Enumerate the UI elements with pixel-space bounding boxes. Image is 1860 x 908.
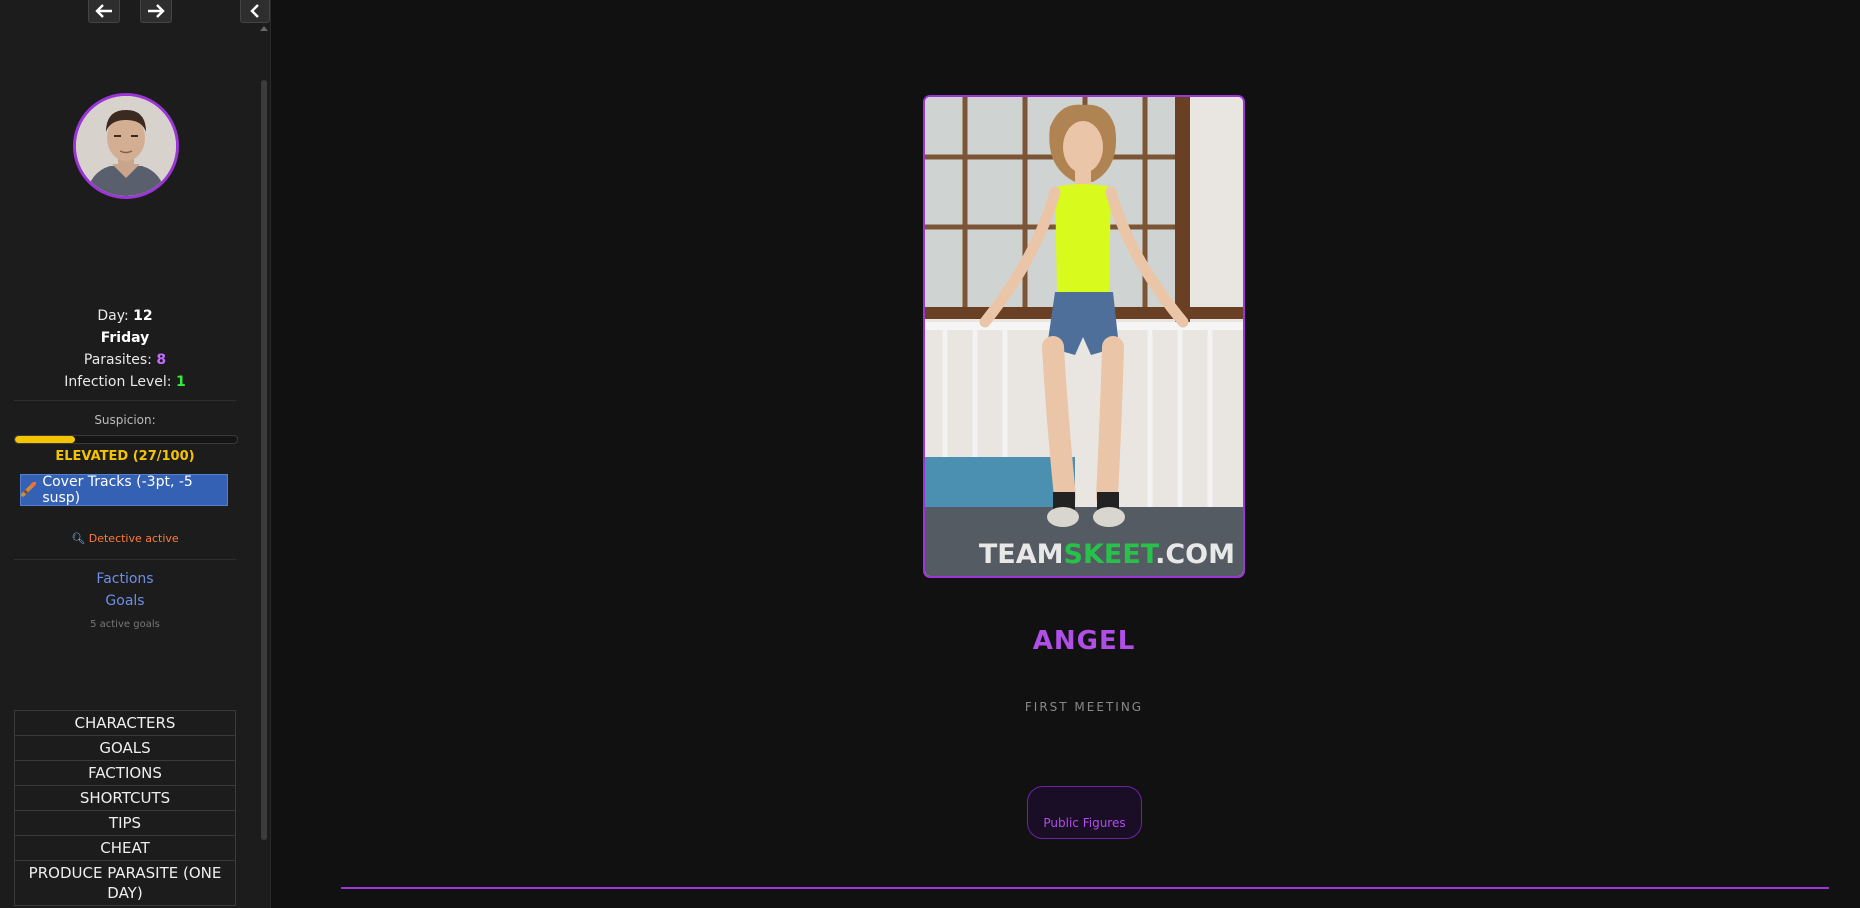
player-stats: Day: 12 Friday Parasites: 8 Infection Le… [0,305,250,393]
menu-item-goals[interactable]: GOALS [14,736,236,761]
sidebar-links: Factions Goals [0,568,250,612]
scrollbar-thumb[interactable] [261,80,267,840]
collapse-sidebar-button[interactable] [240,0,270,23]
parasites-label: Parasites: [83,352,152,368]
character-name: ANGEL [1032,626,1136,656]
scroll-up-arrow-icon[interactable] [260,26,268,31]
cover-tracks-label: Cover Tracks (-3pt, -5 susp) [42,474,193,506]
tag-label: Public Figures [1043,816,1126,830]
arrow-left-icon [95,4,112,18]
suspicion-bar [14,435,238,444]
menu-item-shortcuts[interactable]: SHORTCUTS [14,786,236,811]
infection-row: Infection Level: 1 [0,371,250,393]
cover-tracks-button[interactable]: Cover Tracks (-3pt, -5 susp) [20,474,228,506]
active-goals-count: 5 active goals [90,619,160,630]
weekday-row: Friday [0,327,250,349]
divider [14,400,236,401]
sidebar: Day: 12 Friday Parasites: 8 Infection Le… [0,0,271,908]
goals-link[interactable]: Goals [0,590,250,612]
character-image: TEAMSKEET.COM [925,97,1243,576]
chevron-left-icon [250,4,259,18]
back-button[interactable] [88,0,120,23]
forward-button[interactable] [140,0,172,23]
avatar-portrait [76,96,176,196]
day-label: Day: [97,308,129,324]
suspicion-bar-fill [15,436,75,443]
suspicion-label: Suspicion: [94,413,156,427]
public-figures-tag[interactable]: Public Figures [1027,786,1142,839]
infection-value: 1 [175,374,186,390]
cigar-icon [21,482,37,497]
factions-link[interactable]: Factions [0,568,250,590]
suspicion-level: ELEVATED (27/100) [55,449,195,464]
day-value: 12 [133,308,153,324]
infection-label: Infection Level: [64,374,172,390]
section-divider [341,887,1829,889]
character-subtitle: FIRST MEETING [1024,700,1144,714]
menu-item-characters[interactable]: CHARACTERS [14,710,236,736]
menu-item-cheat[interactable]: CHEAT [14,836,236,861]
detective-text: Detective active [88,532,179,545]
parasites-row: Parasites: 8 [0,349,250,371]
player-avatar [73,93,179,199]
parasites-value: 8 [156,352,167,368]
menu-item-tips[interactable]: TIPS [14,811,236,836]
arrow-right-icon [148,4,165,18]
magnifier-icon: 🔍︎ [71,532,86,545]
menu-item-produce-parasite[interactable]: PRODUCE PARASITE (ONE DAY) [14,861,236,906]
sidebar-scrollbar[interactable] [258,26,270,908]
weekday: Friday [100,330,150,346]
character-portrait: TEAMSKEET.COM [923,95,1245,578]
watermark-text: TEAMSKEET.COM [979,539,1235,570]
sidebar-menu: CHARACTERS GOALS FACTIONS SHORTCUTS TIPS… [14,710,236,906]
menu-item-factions[interactable]: FACTIONS [14,761,236,786]
detective-status: 🔍︎ Detective active [0,532,250,545]
day-row: Day: 12 [0,305,250,327]
divider [14,559,236,560]
